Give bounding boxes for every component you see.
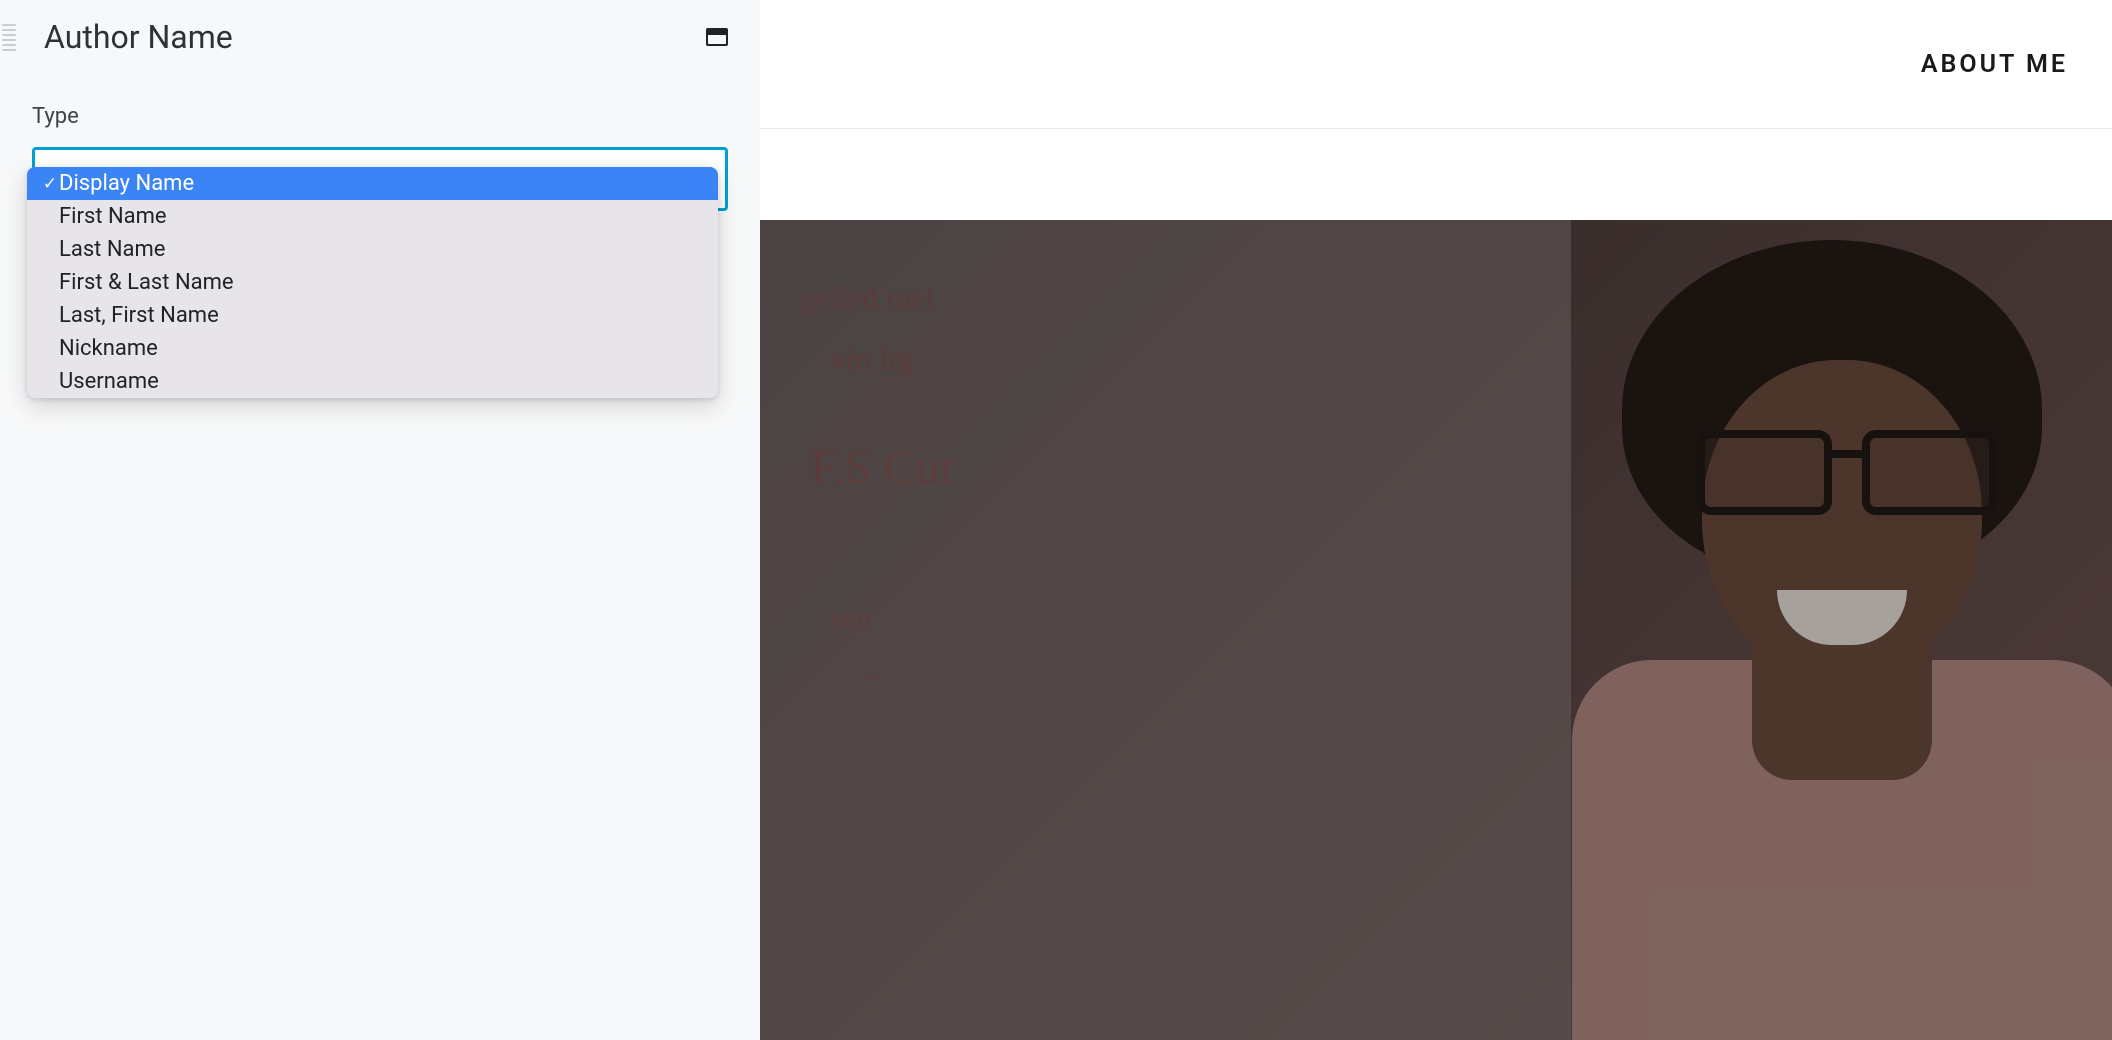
window-icon[interactable] [706, 28, 728, 46]
panel-header: Author Name [0, 0, 760, 74]
nav-link-about-me[interactable]: ABOUT ME [1921, 50, 2068, 79]
settings-sidebar: Author Name Type ✓ Display Name ✓ First … [0, 0, 760, 1040]
hero-image: gelled mel vin lrg F.S Cur sen ... [760, 220, 2112, 1040]
dropdown-option-display-name[interactable]: ✓ Display Name [27, 167, 718, 200]
type-label: Type [32, 104, 728, 129]
hero-overlay [760, 220, 2112, 1040]
dropdown-option-nickname[interactable]: ✓ Nickname [27, 332, 718, 365]
preview-top-nav: ABOUT ME [760, 0, 2112, 128]
panel-body: Type ✓ Display Name ✓ First Name ✓ Last … [0, 74, 760, 211]
dropdown-option-username[interactable]: ✓ Username [27, 365, 718, 398]
dropdown-option-first-name[interactable]: ✓ First Name [27, 200, 718, 233]
preview-separator [760, 128, 2112, 220]
dropdown-option-first-last-name[interactable]: ✓ First & Last Name [27, 266, 718, 299]
type-dropdown-menu: ✓ Display Name ✓ First Name ✓ Last Name … [27, 167, 718, 398]
type-select-wrapper: ✓ Display Name ✓ First Name ✓ Last Name … [32, 147, 728, 211]
check-icon: ✓ [41, 174, 59, 194]
dropdown-option-last-first-name[interactable]: ✓ Last, First Name [27, 299, 718, 332]
panel-title: Author Name [44, 18, 233, 56]
dropdown-option-last-name[interactable]: ✓ Last Name [27, 233, 718, 266]
drag-handle-icon[interactable] [0, 20, 18, 55]
preview-pane: ABOUT ME gelled mel vin lrg F.S Cur sen … [760, 0, 2112, 1040]
